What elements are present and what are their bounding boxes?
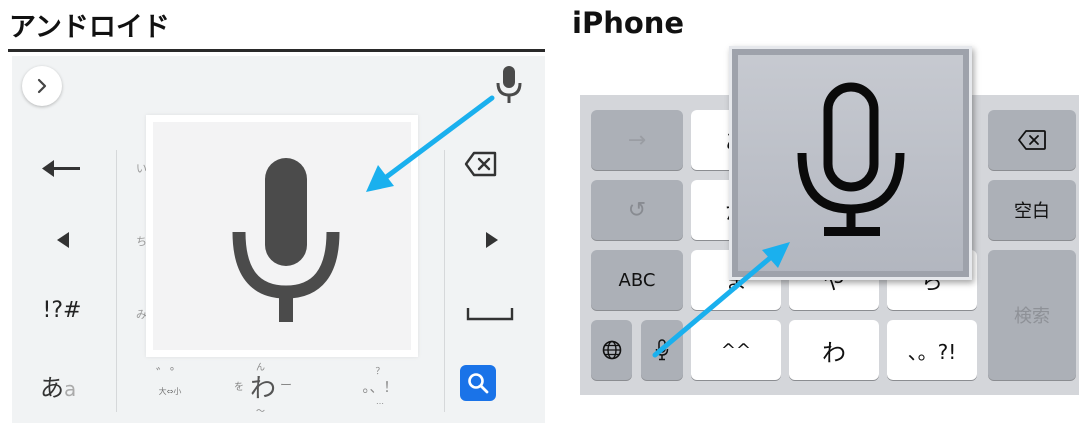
iphone-arrow: [652, 242, 790, 358]
callout-arrows: [366, 95, 790, 358]
android-arrow: [366, 95, 495, 192]
